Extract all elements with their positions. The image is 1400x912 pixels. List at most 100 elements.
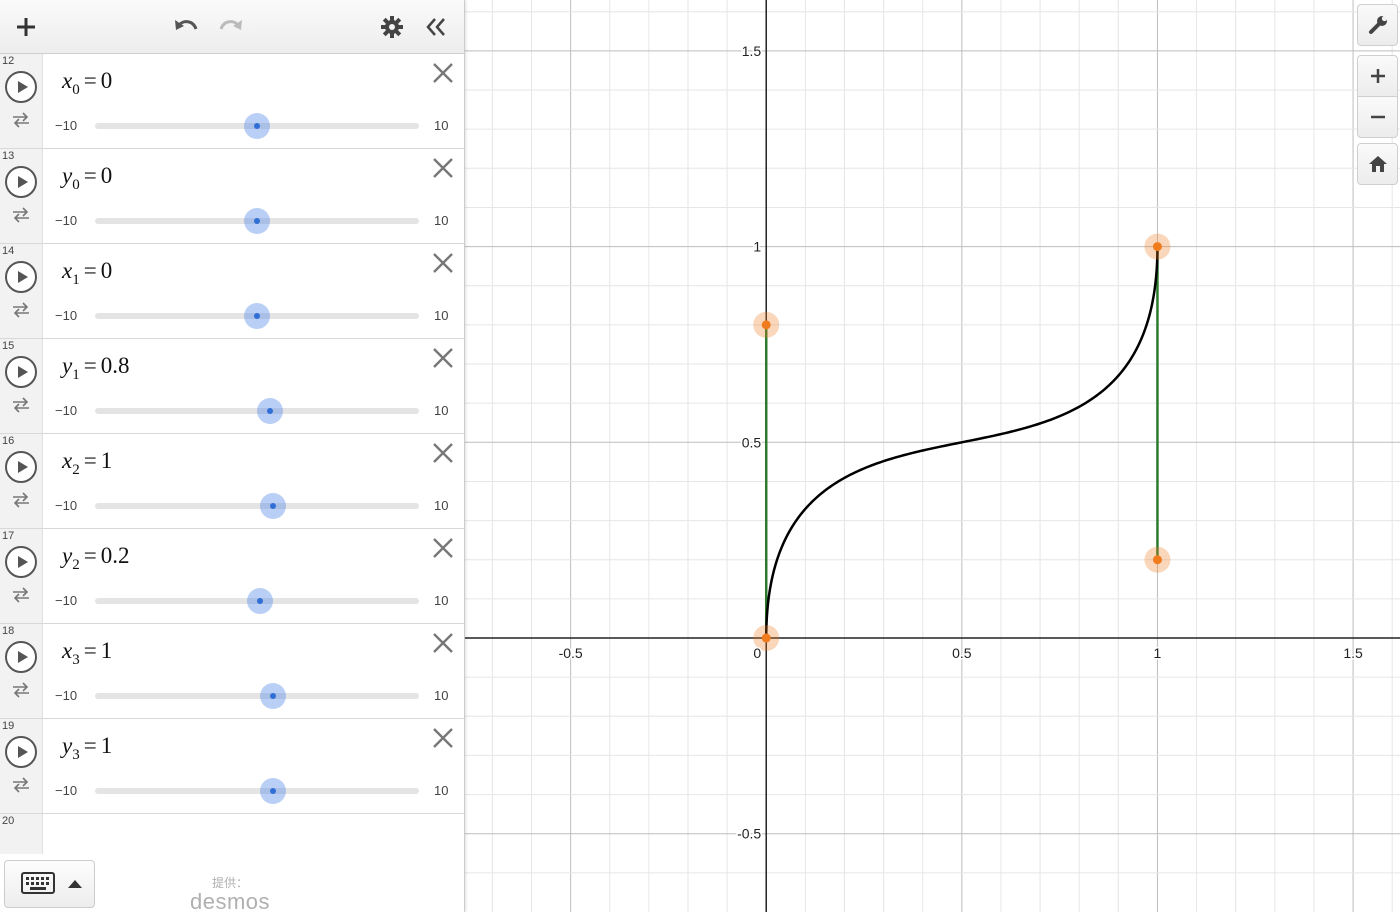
value-slider[interactable] bbox=[95, 398, 419, 424]
plus-icon bbox=[17, 18, 35, 36]
control-point[interactable] bbox=[753, 311, 780, 338]
slider-handle[interactable] bbox=[260, 683, 287, 709]
graph-canvas[interactable]: -0.5 0 0.5 1 1.5 -0.5 0.5 1 1.5 bbox=[465, 0, 1400, 912]
expression-formula[interactable]: x3 = 1 bbox=[62, 638, 112, 669]
control-point-dot[interactable] bbox=[761, 633, 771, 643]
slider-max-label: 10 bbox=[434, 498, 449, 513]
expression-formula[interactable]: x0 = 0 bbox=[62, 68, 112, 99]
loop-icon[interactable] bbox=[10, 206, 32, 224]
loop-icon[interactable] bbox=[10, 491, 32, 509]
expression-item[interactable]: 14 x1 = 0 −10 1 0 bbox=[0, 244, 464, 339]
expression-item[interactable]: 17 y2 = 0.2 −10 10 bbox=[0, 529, 464, 624]
slider-handle[interactable] bbox=[256, 398, 283, 424]
expression-item[interactable]: 19 y3 = 1 −10 10 bbox=[0, 719, 464, 814]
play-slider-button[interactable] bbox=[5, 356, 37, 388]
variable-value: 0 bbox=[100, 258, 113, 283]
play-slider-button[interactable] bbox=[5, 546, 37, 578]
loop-icon[interactable] bbox=[10, 586, 32, 604]
play-slider-button[interactable] bbox=[5, 166, 37, 198]
control-point-dot[interactable] bbox=[1152, 555, 1162, 565]
slider-handle[interactable] bbox=[260, 493, 287, 519]
value-slider[interactable] bbox=[95, 493, 419, 519]
value-slider[interactable] bbox=[95, 683, 419, 709]
graph-settings-button[interactable] bbox=[1357, 4, 1398, 46]
slider-handle[interactable] bbox=[260, 778, 287, 804]
play-slider-button[interactable] bbox=[5, 261, 37, 293]
collapse-panel-button[interactable] bbox=[418, 9, 454, 45]
control-point[interactable] bbox=[1144, 233, 1171, 260]
expression-item[interactable]: 18 x3 = 1 −10 10 bbox=[0, 624, 464, 719]
zoom-out-button[interactable] bbox=[1357, 96, 1398, 138]
expression-formula[interactable]: x1 = 0 bbox=[62, 258, 112, 289]
variable-value: 0 bbox=[100, 68, 113, 93]
play-slider-button[interactable] bbox=[5, 641, 37, 673]
variable-subscript: 1 bbox=[72, 272, 80, 288]
graph-paper[interactable]: -0.5 0 0.5 1 1.5 -0.5 0.5 1 1.5 bbox=[465, 0, 1400, 912]
close-icon[interactable] bbox=[430, 250, 456, 276]
value-slider[interactable] bbox=[95, 778, 419, 804]
expression-item[interactable]: 15 y1 = 0.8 −10 10 bbox=[0, 339, 464, 434]
expression-formula[interactable]: y1 = 0.8 bbox=[62, 353, 129, 384]
value-slider[interactable] bbox=[95, 208, 419, 234]
variable-name: x bbox=[62, 638, 73, 663]
play-slider-button[interactable] bbox=[5, 736, 37, 768]
gear-icon bbox=[381, 16, 403, 38]
close-icon[interactable] bbox=[430, 535, 456, 561]
close-icon[interactable] bbox=[430, 60, 456, 86]
slider-handle[interactable] bbox=[244, 303, 270, 329]
play-slider-button[interactable] bbox=[5, 71, 37, 103]
expression-item[interactable]: 12 x0 = 0 −10 10 bbox=[0, 54, 464, 149]
slider-handle[interactable] bbox=[244, 113, 270, 139]
loop-icon[interactable] bbox=[10, 776, 32, 794]
close-icon[interactable] bbox=[430, 440, 456, 466]
loop-icon[interactable] bbox=[10, 681, 32, 699]
y-tick-label: 1 bbox=[753, 239, 761, 255]
close-icon[interactable] bbox=[430, 155, 456, 181]
close-icon[interactable] bbox=[430, 345, 456, 371]
expression-gutter: 17 bbox=[0, 529, 43, 623]
zoom-in-button[interactable] bbox=[1357, 55, 1398, 97]
variable-name: x bbox=[62, 258, 73, 283]
close-icon[interactable] bbox=[430, 630, 456, 656]
control-point[interactable] bbox=[1144, 546, 1171, 573]
empty-expression-item[interactable]: 20 bbox=[0, 814, 464, 854]
slider-handle[interactable] bbox=[244, 208, 270, 234]
expression-gutter: 15 bbox=[0, 339, 43, 433]
variable-name: x bbox=[62, 68, 73, 93]
slider-max-label: 10 bbox=[434, 213, 449, 228]
value-slider[interactable] bbox=[95, 303, 419, 329]
close-icon[interactable] bbox=[430, 725, 456, 751]
redo-button[interactable] bbox=[213, 9, 249, 45]
value-slider[interactable] bbox=[95, 588, 419, 614]
slider-min-label: −10 bbox=[55, 498, 78, 513]
expression-index: 14 bbox=[2, 245, 15, 257]
equals-sign: = bbox=[83, 68, 97, 93]
slider-handle[interactable] bbox=[247, 588, 274, 614]
equals-sign: = bbox=[83, 733, 97, 758]
expression-formula[interactable]: y2 = 0.2 bbox=[62, 543, 129, 574]
loop-icon[interactable] bbox=[10, 111, 32, 129]
expression-gutter: 16 bbox=[0, 434, 43, 528]
control-point-dot[interactable] bbox=[761, 320, 771, 330]
variable-value: 0.2 bbox=[100, 543, 130, 568]
loop-icon[interactable] bbox=[10, 301, 32, 319]
variable-subscript: 3 bbox=[72, 747, 80, 763]
x-tick-label: 0 bbox=[753, 645, 761, 661]
expression-formula[interactable]: y0 = 0 bbox=[62, 163, 112, 194]
zoom-home-button[interactable] bbox=[1357, 143, 1398, 185]
add-item-button[interactable] bbox=[8, 9, 44, 45]
keyboard-toggle-button[interactable] bbox=[4, 860, 95, 908]
expression-formula[interactable]: y3 = 1 bbox=[62, 733, 112, 764]
play-slider-button[interactable] bbox=[5, 451, 37, 483]
value-slider[interactable] bbox=[95, 113, 419, 139]
expression-formula[interactable]: x2 = 1 bbox=[62, 448, 112, 479]
expression-toolbar bbox=[0, 0, 464, 54]
loop-icon[interactable] bbox=[10, 396, 32, 414]
expression-item[interactable]: 16 x2 = 1 −10 10 bbox=[0, 434, 464, 529]
undo-button[interactable] bbox=[168, 9, 204, 45]
settings-button[interactable] bbox=[374, 9, 410, 45]
slider-min-label: −10 bbox=[55, 308, 78, 323]
control-point-dot[interactable] bbox=[1152, 242, 1162, 252]
variable-name: y bbox=[62, 353, 73, 378]
expression-item[interactable]: 13 y0 = 0 −10 10 bbox=[0, 149, 464, 244]
